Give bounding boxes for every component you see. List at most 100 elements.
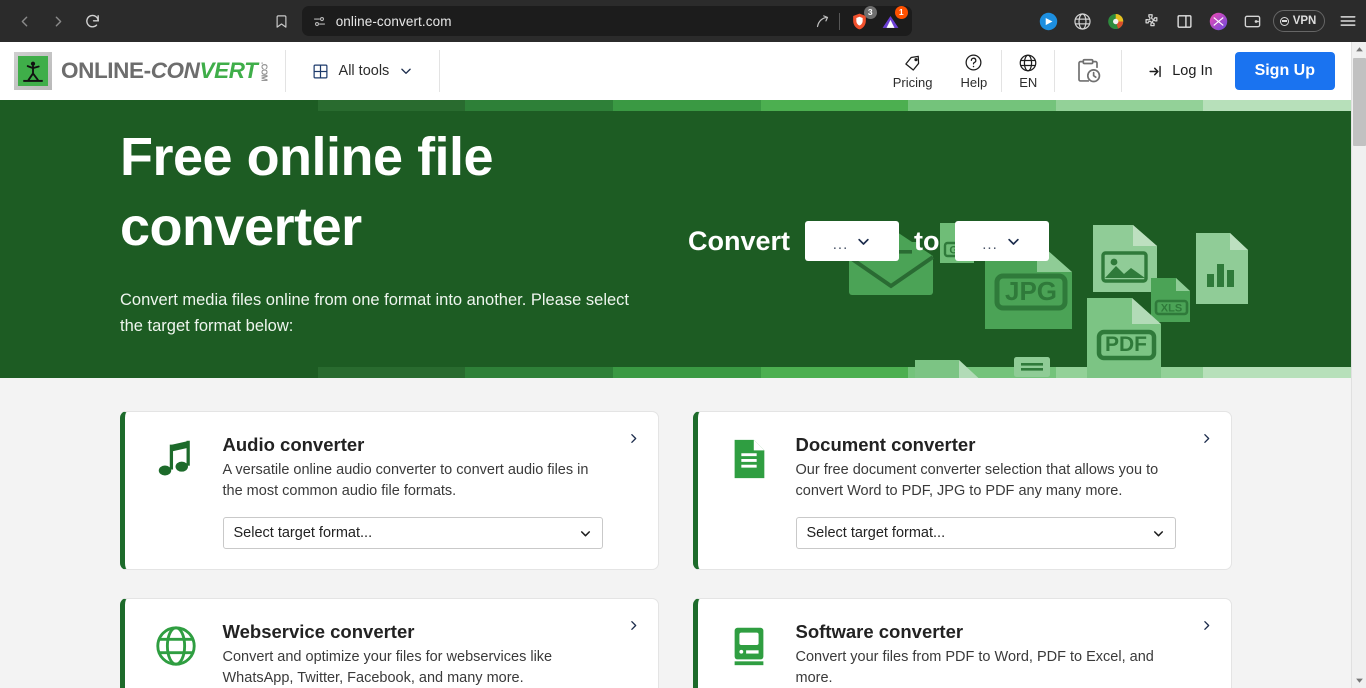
conversion-history-button[interactable] <box>1055 42 1121 100</box>
scroll-down-icon <box>1356 678 1363 683</box>
convert-widget: Convert ... to ... <box>688 221 1049 261</box>
pricing-link[interactable]: Pricing <box>879 42 947 100</box>
login-button[interactable]: Log In <box>1122 42 1234 100</box>
update-badge-count: 1 <box>894 6 908 19</box>
running-person-icon <box>23 61 43 82</box>
header-divider <box>439 50 441 92</box>
audio-card-arrow[interactable] <box>627 432 640 450</box>
document-card-arrow[interactable] <box>1200 432 1213 450</box>
grid-icon <box>313 64 328 78</box>
card-audio-converter[interactable]: Audio converter A versatile online audio… <box>119 411 659 571</box>
target-format-select[interactable]: ... <box>954 221 1049 261</box>
logo-part-n: N <box>183 58 200 83</box>
vpn-button[interactable]: VPN <box>1272 10 1326 32</box>
audio-target-format-select[interactable]: Select target format... <box>222 517 603 550</box>
bookmark-button[interactable] <box>268 6 296 36</box>
webservice-card-body: Webservice converter Convert and optimiz… <box>223 621 638 688</box>
webservice-card-arrow[interactable] <box>627 619 640 637</box>
hero-text-block: Free online file converter Convert media… <box>0 100 1351 340</box>
address-bar[interactable]: online-convert.com 3 1 <box>301 6 912 36</box>
convert-label: Convert <box>688 225 791 256</box>
update-notification-button[interactable]: 1 <box>880 6 908 32</box>
page-content: ONLINE - CO N V ERT .COM All tools Pricing Hel… <box>0 42 1351 688</box>
bookmark-icon <box>276 14 287 28</box>
reload-button[interactable] <box>76 6 108 36</box>
all-tools-label: All tools <box>338 63 390 79</box>
vpn-label: VPN <box>1292 15 1317 27</box>
back-button[interactable] <box>8 6 40 36</box>
scrollbar-thumb[interactable] <box>1353 58 1366 146</box>
browser-toolbar: online-convert.com 3 1 VPN <box>0 0 1366 42</box>
chevron-right-icon <box>1203 621 1209 631</box>
help-label: Help <box>960 74 988 90</box>
language-label: EN <box>1019 74 1038 90</box>
source-format-select[interactable]: ... <box>805 221 900 261</box>
audio-card-body: Audio converter A versatile online audio… <box>222 434 638 550</box>
chevron-down-icon <box>1153 530 1163 537</box>
forward-arrow-icon <box>55 16 61 26</box>
shields-badge-count: 3 <box>863 6 877 19</box>
convert-to-label: to <box>914 225 940 256</box>
puzzle-extension-icon[interactable] <box>1140 11 1161 32</box>
page-viewport: ONLINE - CO N V ERT .COM All tools Pricing Hel… <box>0 42 1366 688</box>
language-selector[interactable]: EN <box>1002 42 1054 100</box>
all-tools-menu[interactable]: All tools <box>286 42 440 100</box>
reload-icon <box>85 14 99 27</box>
chevron-right-icon <box>630 621 636 631</box>
player-extension-icon[interactable] <box>1038 11 1059 32</box>
music-note-icon <box>158 440 190 476</box>
site-header: ONLINE - CO N V ERT .COM All tools Pricing Hel… <box>0 42 1351 100</box>
software-card-desc: Convert your files from PDF to Word, PDF… <box>795 649 1154 686</box>
logo-dash: - <box>143 58 151 83</box>
monitor-icon <box>734 627 763 666</box>
sidebar-toggle-icon[interactable] <box>1174 11 1195 32</box>
logo-wordmark: ONLINE - CO N V ERT .COM <box>61 58 269 84</box>
document-select-label: Select target format... <box>806 525 946 542</box>
webservice-card-desc: Convert and optimize your files for webs… <box>222 649 553 686</box>
logo-mark-icon <box>14 52 52 90</box>
card-webservice-converter[interactable]: Webservice converter Convert and optimiz… <box>119 598 659 688</box>
gradient-extension-icon[interactable] <box>1208 11 1229 32</box>
globe-icon <box>155 626 196 666</box>
forward-button[interactable] <box>42 6 74 36</box>
globe-icon <box>1018 53 1038 73</box>
header-actions: Pricing Help EN Log In Sign Up <box>879 42 1351 100</box>
audio-card-title: Audio converter <box>222 434 365 455</box>
document-card-title: Document converter <box>795 434 976 455</box>
card-document-converter[interactable]: Document converter Our free document con… <box>692 411 1232 571</box>
pricing-label: Pricing <box>892 74 933 90</box>
chevron-down-icon <box>1008 238 1019 245</box>
signup-button[interactable]: Sign Up <box>1234 52 1335 90</box>
document-target-format-select[interactable]: Select target format... <box>795 517 1176 550</box>
hero-section: GIF JPG XLS <box>0 100 1351 378</box>
page-scrollbar[interactable] <box>1351 42 1366 688</box>
logo-tld: .COM <box>259 61 269 81</box>
audio-card-icon <box>147 434 205 549</box>
tag-icon <box>903 53 922 73</box>
brave-shields-button[interactable]: 3 <box>849 6 877 32</box>
help-link[interactable]: Help <box>946 42 1001 100</box>
software-card-body: Software converter Convert your files fr… <box>796 621 1211 688</box>
scroll-down-button[interactable] <box>1352 673 1366 688</box>
webservice-card-icon <box>147 621 205 688</box>
converter-cards-section: Audio converter A versatile online audio… <box>0 378 1351 688</box>
site-logo[interactable]: ONLINE - CO N V ERT .COM <box>0 42 285 100</box>
scroll-up-button[interactable] <box>1352 42 1366 57</box>
navigation-buttons <box>8 6 108 36</box>
gradient-strip-bottom <box>170 367 1351 378</box>
share-icon <box>816 14 828 27</box>
paint-extension-icon[interactable] <box>1106 11 1127 32</box>
globe-extension-icon[interactable] <box>1072 11 1093 32</box>
document-card-desc: Our free document converter selection th… <box>795 462 1159 499</box>
wallet-extension-icon[interactable] <box>1242 11 1263 32</box>
address-bar-actions: 3 1 <box>815 6 908 32</box>
card-software-converter[interactable]: Software converter Convert your files fr… <box>692 598 1232 688</box>
software-card-arrow[interactable] <box>1200 619 1213 637</box>
logo-part-v: V <box>199 58 215 83</box>
site-settings-icon <box>313 16 325 26</box>
webservice-card-title: Webservice converter <box>222 621 415 643</box>
chevron-right-icon <box>630 434 636 443</box>
back-arrow-icon <box>21 16 27 26</box>
browser-menu-button[interactable] <box>1337 12 1358 30</box>
audio-card-desc: A versatile online audio converter to co… <box>222 462 589 499</box>
